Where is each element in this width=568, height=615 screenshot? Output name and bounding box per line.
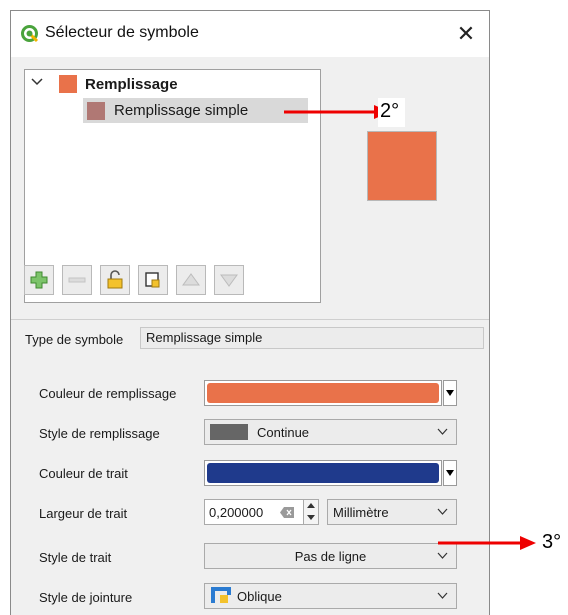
tree-item-simple-fill-label: Remplissage simple: [114, 102, 249, 119]
remove-layer-icon: [68, 277, 86, 283]
spin-buttons[interactable]: [303, 500, 318, 524]
fill-swatch: [59, 75, 77, 93]
dropdown-arrow-icon: [446, 390, 454, 396]
stroke-color-button[interactable]: [204, 460, 442, 486]
move-down-button[interactable]: [214, 265, 244, 295]
fill-style-label: Style de remplissage: [39, 426, 160, 441]
move-down-icon: [220, 274, 238, 287]
annotation-label-3: 3°: [542, 531, 562, 553]
symbol-type-combo[interactable]: Remplissage simple: [140, 327, 484, 349]
stroke-style-label: Style de trait: [39, 550, 112, 565]
tree-item-simple-fill[interactable]: Remplissage simple: [83, 98, 308, 123]
stroke-style-combo[interactable]: Pas de ligne: [204, 543, 457, 569]
separator: [11, 319, 489, 320]
stroke-style-value: Pas de ligne: [294, 549, 367, 564]
stroke-unit-combo[interactable]: Millimètre: [327, 499, 457, 525]
chevron-down-icon: [437, 428, 448, 435]
clear-icon[interactable]: [280, 507, 294, 518]
stroke-color-dropdown[interactable]: [443, 460, 457, 486]
tree-item-fill-label: Remplissage: [85, 75, 178, 93]
dropdown-arrow-icon: [446, 470, 454, 476]
annotation-label-2: 2°: [378, 98, 406, 127]
lock-icon: [107, 270, 123, 289]
miter-join-icon: [211, 587, 231, 603]
fill-style-combo[interactable]: Continue: [204, 419, 457, 445]
chevron-down-icon[interactable]: [31, 77, 43, 87]
symbol-selector-dialog: Sélecteur de symbole ✕ Remplissage Rempl…: [10, 10, 490, 615]
symbol-type-row: Type de symbole Remplissage simple: [24, 327, 484, 351]
spin-up-icon[interactable]: [304, 500, 318, 512]
fill-style-value: Continue: [257, 425, 310, 440]
fill-style-swatch: [210, 424, 248, 440]
stroke-width-value: 0,200000: [209, 505, 264, 520]
remove-layer-button[interactable]: [62, 265, 92, 295]
stroke-color-swatch: [207, 463, 439, 483]
fill-color-swatch: [207, 383, 439, 403]
join-style-label: Style de jointure: [39, 590, 133, 605]
lock-layer-button[interactable]: [100, 265, 130, 295]
close-icon: ✕: [456, 21, 476, 46]
fill-color-label: Couleur de remplissage: [39, 386, 177, 401]
symbol-preview: [367, 131, 437, 201]
close-button[interactable]: ✕: [443, 11, 489, 57]
title-bar: Sélecteur de symbole ✕: [11, 11, 489, 57]
qgis-logo-icon: [21, 25, 39, 43]
tree-item-fill[interactable]: Remplissage: [59, 75, 178, 93]
add-layer-button[interactable]: [24, 265, 54, 295]
symbol-type-label: Type de symbole: [25, 332, 124, 347]
simple-fill-swatch: [87, 101, 105, 120]
annotation-arrow-3: [438, 536, 536, 550]
duplicate-layer-button[interactable]: [138, 265, 168, 295]
join-style-combo[interactable]: Oblique: [204, 583, 457, 609]
chevron-down-icon: [437, 592, 448, 599]
join-style-value: Oblique: [237, 589, 282, 604]
add-layer-icon: [30, 271, 48, 289]
chevron-down-icon: [437, 508, 448, 515]
properties-panel: Couleur de remplissage Style de rempliss…: [11, 363, 489, 615]
move-up-icon: [182, 273, 200, 286]
spin-down-icon[interactable]: [304, 512, 318, 524]
move-up-button[interactable]: [176, 265, 206, 295]
duplicate-layer-icon: [145, 272, 160, 288]
stroke-width-label: Largeur de trait: [39, 506, 128, 521]
chevron-down-icon: [437, 552, 448, 559]
stroke-color-label: Couleur de trait: [39, 466, 128, 481]
fill-color-button[interactable]: [204, 380, 442, 406]
stroke-unit-value: Millimètre: [333, 505, 389, 520]
dialog-title: Sélecteur de symbole: [45, 24, 199, 41]
stroke-width-spinbox[interactable]: 0,200000: [204, 499, 319, 525]
fill-color-dropdown[interactable]: [443, 380, 457, 406]
